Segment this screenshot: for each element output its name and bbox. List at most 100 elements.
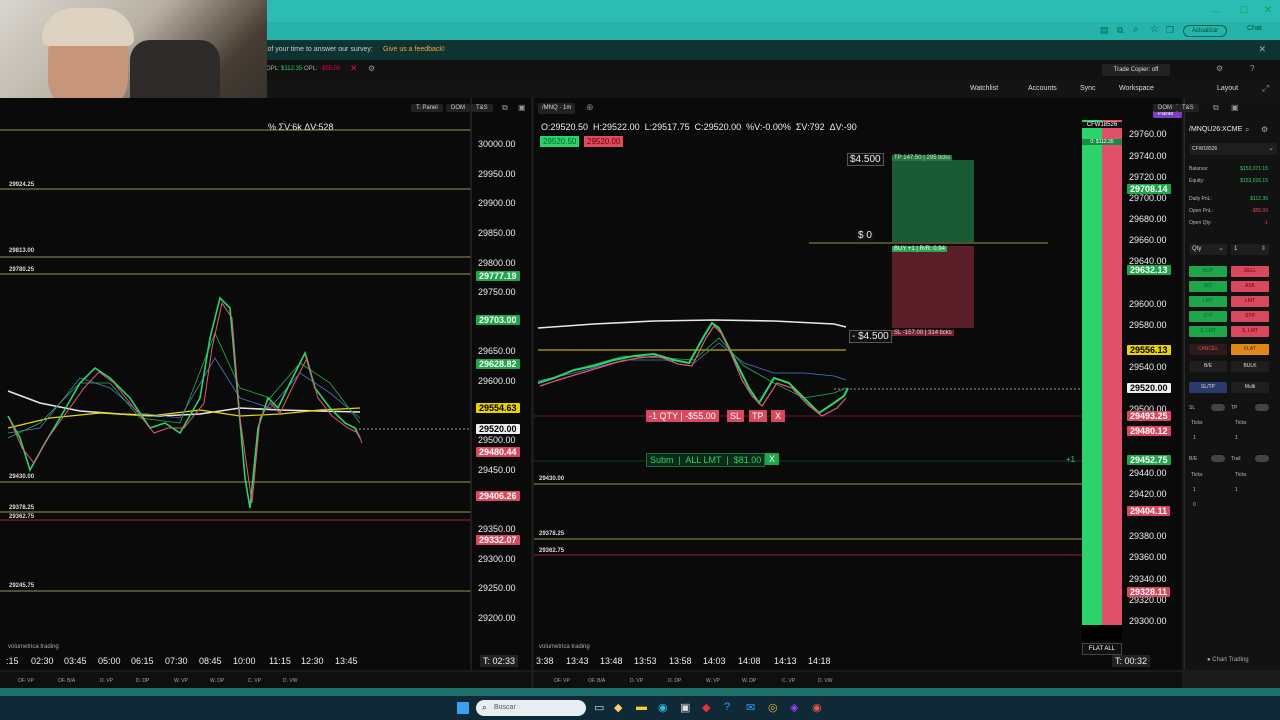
cancel-order-button[interactable]: X <box>765 453 780 465</box>
tab-w-dp[interactable]: W. DP <box>742 678 756 684</box>
accounts-button[interactable]: Accounts <box>1028 85 1057 92</box>
left-chart-panel[interactable]: T. Panel DOM T&S ⧉ ▣ % ΣV:6k ΔV:528 3000… <box>0 98 531 670</box>
expand-icon[interactable]: ⤢ <box>1262 83 1269 94</box>
layout-button[interactable]: Layout <box>1217 85 1238 92</box>
position-sl-button[interactable]: SL <box>727 410 745 422</box>
dom-sell-column[interactable] <box>1102 120 1122 625</box>
tp-toggle[interactable] <box>1255 404 1269 411</box>
tab-w-vp[interactable]: W. VP <box>174 678 188 684</box>
position-tp-button[interactable]: TP <box>749 410 767 422</box>
trail-toggle[interactable] <box>1255 455 1269 462</box>
be-offset-value[interactable]: 0 <box>1193 502 1196 508</box>
trading-app-icon[interactable]: ◉ <box>812 701 822 714</box>
favorite-icon[interactable]: ☆ <box>1150 24 1159 35</box>
tab-of-ba[interactable]: OF. B/A <box>588 678 605 684</box>
sell-stop-button[interactable]: STP <box>1231 311 1269 322</box>
popout-icon[interactable]: ⧉ <box>1213 103 1219 113</box>
dom-buy-column[interactable] <box>1082 120 1102 630</box>
tp-label[interactable]: TP 147.50 | 295 ticks <box>892 155 953 161</box>
search-icon[interactable]: ⌕ <box>1245 125 1249 135</box>
trail-ticks-value[interactable]: 1 <box>1235 487 1238 493</box>
flat-button[interactable]: FLAT <box>1231 344 1269 355</box>
chart-trading-toggle[interactable]: ● Chart Trading <box>1207 657 1249 663</box>
tab-of-vp[interactable]: OF. VP <box>18 678 34 684</box>
sync-button[interactable]: Sync <box>1080 85 1096 92</box>
gear-icon[interactable]: ⚙ <box>1261 125 1268 134</box>
watchlist-button[interactable]: Watchlist <box>970 85 998 92</box>
zoom-icon[interactable]: ⌕ <box>1133 24 1139 35</box>
bulk-button[interactable]: BULK <box>1231 361 1269 372</box>
reader-icon[interactable]: ▤ <box>1100 25 1109 36</box>
flat-all-button[interactable]: FLAT ALL <box>1082 643 1122 655</box>
settings-icon[interactable]: ⚙ <box>1216 64 1223 73</box>
edge-icon[interactable]: ◉ <box>658 701 668 714</box>
windows-start-icon[interactable] <box>457 702 469 714</box>
tab-d-vp[interactable]: D. VP <box>630 678 643 684</box>
help-icon[interactable]: ? <box>724 701 730 713</box>
tab-d-vw[interactable]: D. VW <box>818 678 832 684</box>
tab-d-dp[interactable]: D. DP <box>136 678 149 684</box>
tab-of-vp[interactable]: OF. VP <box>554 678 570 684</box>
buy-stop-button[interactable]: STP <box>1189 311 1227 322</box>
chrome-icon[interactable]: ◎ <box>768 701 778 714</box>
tab-d-vw[interactable]: D. VW <box>283 678 297 684</box>
minimize-icon[interactable]: — <box>1211 6 1220 16</box>
sell-limit-button[interactable]: LMT <box>1231 296 1269 307</box>
buy-stop-limit-button[interactable]: S. LMT <box>1189 326 1227 337</box>
copilot-icon[interactable]: ◆ <box>614 701 622 714</box>
tab-w-vp[interactable]: W. VP <box>706 678 720 684</box>
chat-button[interactable]: Chat <box>1247 25 1262 32</box>
entry-label[interactable]: BUY +1 | R/R: 0.94 <box>892 246 947 252</box>
taskbar-search[interactable]: ⌕ Buscar <box>476 700 586 716</box>
trade-copier-button[interactable]: Trade Copier: off <box>1102 64 1170 76</box>
tab-of-ba[interactable]: OF. B/A <box>58 678 75 684</box>
close-position-icon[interactable]: ✕ <box>350 63 358 74</box>
breakeven-button[interactable]: B/E <box>1189 361 1227 372</box>
working-order-label[interactable]: Subm | ALL LMT | $81.00 <box>646 453 766 467</box>
account-select[interactable]: CFW18526 ⌄ <box>1189 143 1277 155</box>
workspaces-icon[interactable]: ⧉ <box>1117 25 1123 36</box>
position-close-button[interactable]: X <box>771 410 786 422</box>
tab-dom[interactable]: DOM <box>1153 104 1177 112</box>
cancel-button[interactable]: CANCEL <box>1189 344 1227 355</box>
tab-d-vp[interactable]: D. VP <box>100 678 113 684</box>
gear-icon[interactable]: ⚙ <box>368 64 375 73</box>
buy-button[interactable]: BUY <box>1189 266 1227 277</box>
sell-button[interactable]: SELL <box>1231 266 1269 277</box>
buy-limit-button[interactable]: LMT <box>1189 296 1227 307</box>
file-explorer-icon[interactable]: ▬ <box>636 701 647 713</box>
tab-w-dp[interactable]: W. DP <box>210 678 224 684</box>
sell-stop-limit-button[interactable]: S. LMT <box>1231 326 1269 337</box>
close-notice-icon[interactable]: ✕ <box>1258 44 1266 55</box>
workspace-button[interactable]: Workspace <box>1119 85 1154 92</box>
sl-ticks-value[interactable]: 1 <box>1193 435 1196 441</box>
qty-mode-select[interactable]: Qty ⌄ <box>1189 244 1227 255</box>
tab-c-vp[interactable]: C. VP <box>782 678 795 684</box>
messenger-icon[interactable]: ◈ <box>790 701 798 714</box>
tab-ts[interactable]: T&S <box>1177 104 1199 112</box>
collections-icon[interactable]: ❒ <box>1166 25 1174 36</box>
multi-toggle[interactable]: Multi <box>1231 382 1269 393</box>
sl-toggle[interactable] <box>1211 404 1225 411</box>
task-view-icon[interactable]: ▭ <box>594 701 604 714</box>
window-icon[interactable]: ▣ <box>1231 103 1239 112</box>
be-toggle[interactable] <box>1211 455 1225 462</box>
stepper-icon[interactable]: ⇕ <box>1261 245 1266 252</box>
maximize-icon[interactable]: ☐ <box>1240 5 1248 16</box>
close-icon[interactable]: ✕ <box>1264 5 1272 16</box>
bid-button[interactable]: BID <box>1189 281 1227 292</box>
position-label[interactable]: -1 QTY | -$55.00 <box>646 410 719 422</box>
feedback-link[interactable]: Give us a feedback! <box>383 46 445 53</box>
update-button[interactable]: Actualizar <box>1183 25 1227 37</box>
right-chart-panel[interactable]: /MNQ · 1m ⊕ T. Panel O:29520.50 H:29522.… <box>534 98 1182 670</box>
be-ticks-value[interactable]: 1 <box>1193 487 1196 493</box>
tab-c-vp[interactable]: C. VP <box>248 678 261 684</box>
sl-label[interactable]: SL -157.00 | 314 ticks <box>892 330 954 336</box>
store-icon[interactable]: ▣ <box>680 701 690 714</box>
tp-ticks-value[interactable]: 1 <box>1235 435 1238 441</box>
app-icon[interactable]: ◆ <box>702 701 710 714</box>
tab-d-dp[interactable]: D. DP <box>668 678 681 684</box>
mail-icon[interactable]: ✉ <box>746 701 755 714</box>
sltp-toggle[interactable]: SL/TP <box>1189 382 1227 393</box>
qty-input[interactable]: 1 ⇕ <box>1231 244 1269 255</box>
